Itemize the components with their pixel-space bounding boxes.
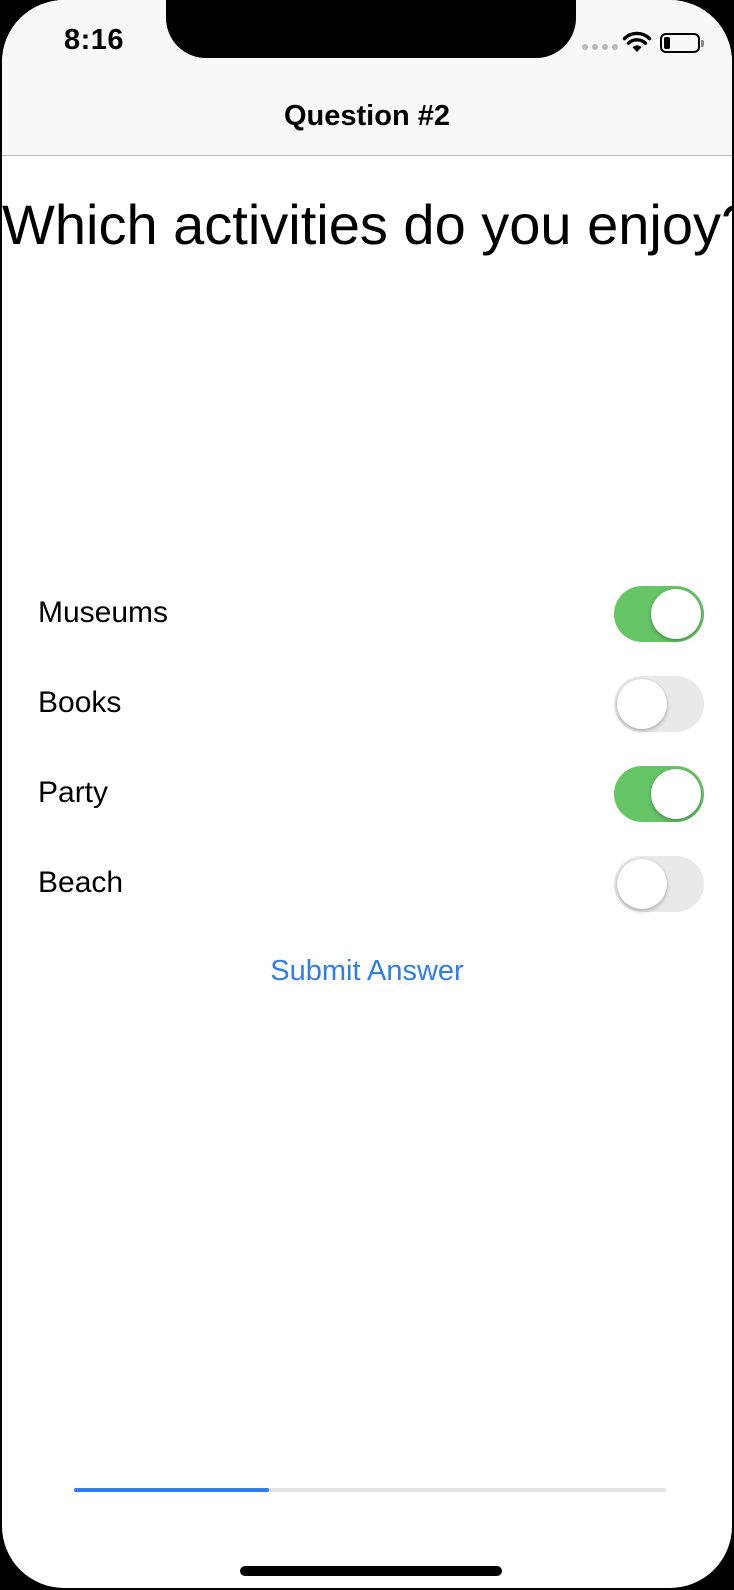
- status-time: 8:16: [64, 24, 125, 56]
- toggle-knob: [617, 679, 667, 729]
- progress-fill: [74, 1488, 270, 1492]
- progress-bar: [74, 1488, 666, 1492]
- books-toggle[interactable]: [614, 676, 704, 732]
- device-frame: 8:16 Question #2 Which activities do you…: [0, 0, 734, 1590]
- battery-level: [664, 37, 670, 49]
- option-label: Beach: [38, 866, 124, 899]
- device-notch: [166, 0, 576, 58]
- question-text: Which activities do you enjoy?: [2, 193, 732, 256]
- option-label: Museums: [38, 596, 169, 629]
- wifi-icon: [622, 31, 652, 52]
- option-row-books: Books: [2, 674, 732, 734]
- option-row-museums: Museums: [2, 584, 732, 644]
- toggle-knob: [651, 769, 701, 819]
- toggle-knob: [651, 589, 701, 639]
- option-row-party: Party: [2, 764, 732, 824]
- home-indicator[interactable]: [240, 1566, 502, 1576]
- submit-answer-button[interactable]: Submit Answer: [2, 955, 732, 988]
- cellular-signal-icon: [582, 44, 618, 50]
- battery-cap: [701, 40, 704, 47]
- status-bar: 8:16: [2, 0, 732, 88]
- option-label: Books: [38, 686, 122, 719]
- option-row-beach: Beach: [2, 854, 732, 914]
- party-toggle[interactable]: [614, 766, 704, 822]
- beach-toggle[interactable]: [614, 856, 704, 912]
- battery-icon: [660, 33, 704, 53]
- toggle-knob: [617, 859, 667, 909]
- museums-toggle[interactable]: [614, 586, 704, 642]
- option-label: Party: [38, 776, 109, 809]
- navigation-bar: Question #2: [2, 88, 732, 156]
- screen: 8:16 Question #2 Which activities do you…: [2, 0, 732, 1588]
- nav-title: Question #2: [284, 100, 450, 132]
